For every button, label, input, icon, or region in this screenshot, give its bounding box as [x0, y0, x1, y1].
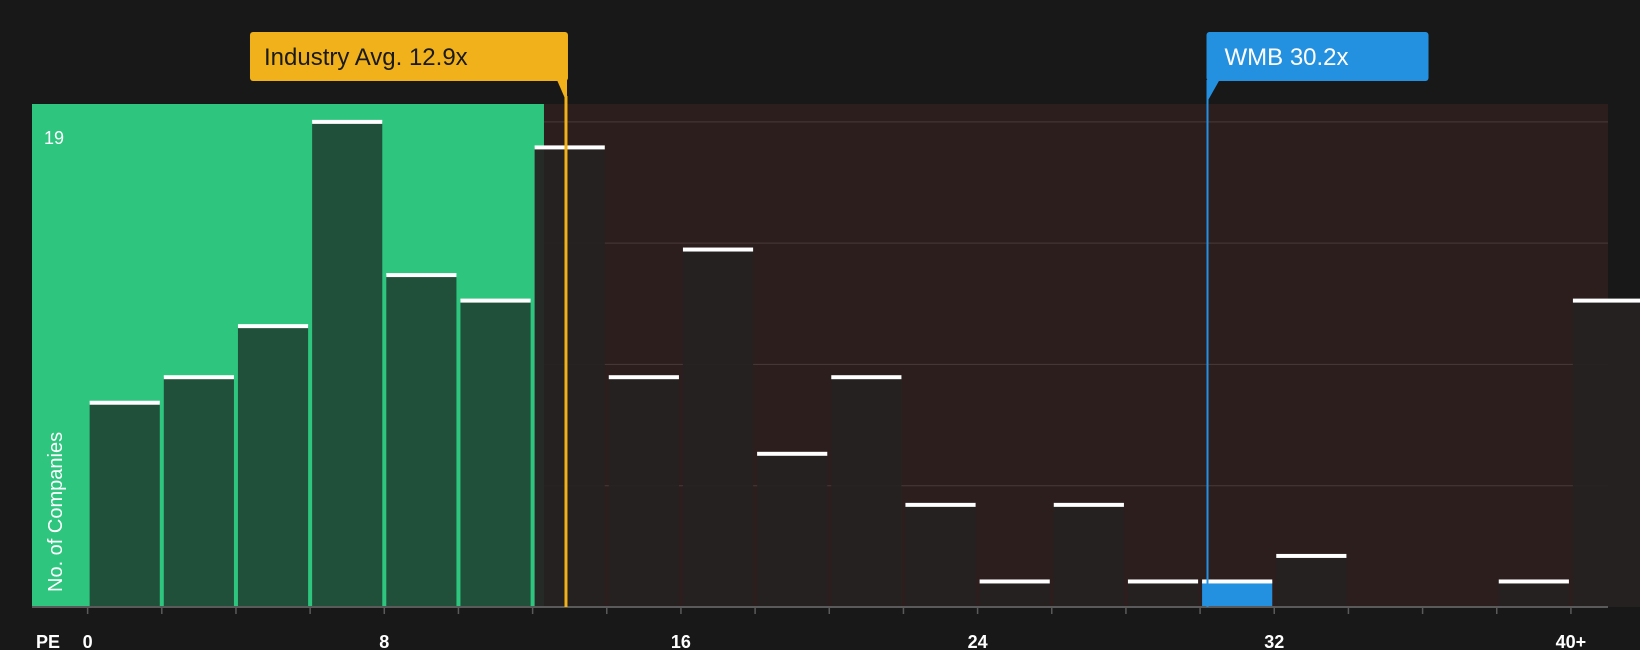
bar-cap: [979, 579, 1050, 584]
bar-cap: [1572, 298, 1640, 303]
histogram-bar: [386, 275, 457, 607]
chart-svg: Industry Avg. 12.9x WMB 30.2x 0 8 16 24 32 40+…: [32, 32, 1640, 650]
bar-cap: [682, 247, 754, 252]
histogram-bar: [905, 504, 976, 607]
pe-distribution-chart: Industry Avg. 12.9x WMB 30.2x 0 8 16 24 32 40+…: [0, 0, 1640, 650]
histogram-bar: [1276, 555, 1347, 607]
histogram-bar: [312, 121, 383, 607]
bar-cap: [1276, 553, 1347, 558]
histogram-bar: [1202, 581, 1273, 607]
histogram-bar: [237, 326, 309, 607]
bar-cap: [608, 375, 679, 380]
bar-cap: [237, 324, 309, 329]
y-axis-label: No. of Companies: [45, 432, 67, 592]
histogram-bar: [831, 377, 902, 607]
histogram-bar: [534, 147, 605, 607]
x-axis-label: PE: [36, 632, 60, 650]
x-tick-label: 40+: [1556, 632, 1587, 650]
histogram-bar: [89, 402, 160, 607]
histogram-bar: [1127, 581, 1199, 607]
bar-cap: [1053, 502, 1124, 507]
x-tick-label: 32: [1264, 632, 1284, 650]
histogram-bar: [682, 249, 754, 607]
histogram-bar: [757, 453, 828, 607]
company-label: WMB 30.2x: [1225, 44, 1349, 71]
bar-cap: [163, 375, 234, 380]
x-tick-label: 16: [671, 632, 691, 650]
bar-cap: [831, 375, 902, 380]
bar-cap: [1498, 579, 1569, 584]
histogram-bar: [1572, 300, 1640, 607]
bar-cap: [460, 298, 531, 303]
bar-cap: [312, 119, 383, 124]
bar-cap: [757, 451, 828, 456]
histogram-bar: [1053, 504, 1124, 607]
histogram-bar: [1498, 581, 1569, 607]
bar-cap: [89, 400, 160, 405]
bar-cap: [534, 145, 605, 150]
histogram-bar: [979, 581, 1050, 607]
x-tick-label: 8: [379, 632, 389, 650]
x-tick-label: 0: [83, 632, 93, 650]
x-tick-label: 24: [968, 632, 988, 650]
industry-avg-label: Industry Avg. 12.9x: [264, 44, 468, 71]
histogram-bar: [163, 377, 234, 607]
histogram-bar: [460, 300, 531, 607]
bar-cap: [1127, 579, 1199, 584]
bar-cap: [1202, 579, 1273, 584]
bar-cap: [386, 273, 457, 278]
histogram-bar: [608, 377, 679, 607]
bar-cap: [905, 502, 976, 507]
company-pointer: [1206, 80, 1220, 103]
y-max-label: 19: [44, 128, 64, 148]
